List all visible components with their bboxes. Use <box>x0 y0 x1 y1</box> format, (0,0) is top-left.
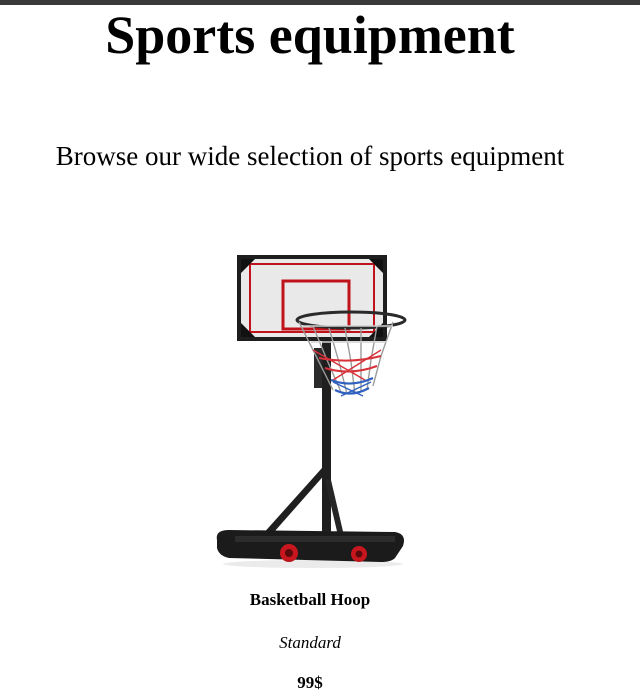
page-title: Sports equipment <box>105 5 515 65</box>
basketball-hoop-image[interactable] <box>195 240 425 570</box>
product-name[interactable]: Basketball Hoop <box>180 589 440 611</box>
product-card[interactable]: Basketball Hoop Standard 99$ <box>180 240 440 693</box>
page-subtitle: Browse our wide selection of sports equi… <box>55 141 565 171</box>
product-price: 99$ <box>297 673 323 692</box>
product-variant: Standard <box>279 633 341 652</box>
